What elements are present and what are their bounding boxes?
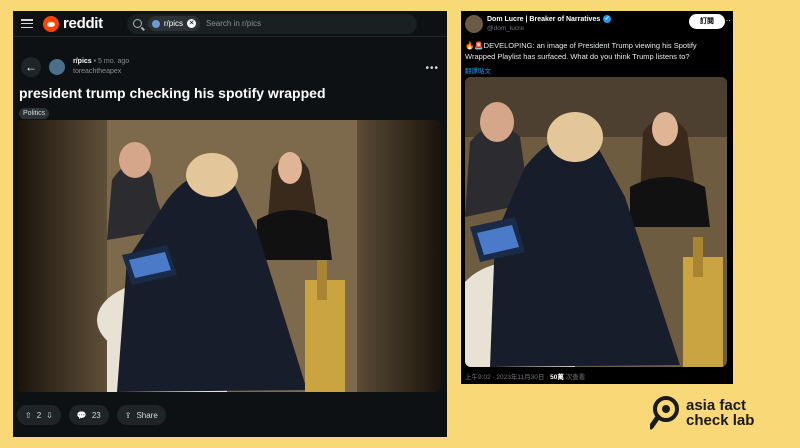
- more-options-icon[interactable]: •••: [425, 63, 439, 74]
- subreddit-name[interactable]: r/pics: [73, 58, 92, 65]
- share-button[interactable]: ⇪ Share: [116, 405, 166, 425]
- logo-line-1: asia fact: [686, 397, 747, 414]
- verified-badge-icon: ✓: [603, 15, 612, 23]
- post-meta: ← r/pics • 5 mo. ago toreachtheapex: [21, 57, 129, 77]
- tweet-screenshot: Dom Lucre | Breaker of Narratives ✓ @dom…: [461, 11, 733, 384]
- community-chip-label: r/pics: [163, 19, 183, 28]
- downvote-icon[interactable]: ⇩: [46, 411, 53, 420]
- search-icon: [132, 19, 142, 28]
- reddit-post-screenshot: reddit r/pics ✕ Search in r/pics ← r/pic…: [13, 11, 447, 437]
- tweet-timestamp[interactable]: 上午9:02 · 2023年11月30日 ·: [465, 374, 550, 381]
- avatar[interactable]: [465, 15, 483, 33]
- post-age: • 5 mo. ago: [93, 58, 130, 65]
- reddit-logo-icon[interactable]: [43, 15, 59, 32]
- subreddit-avatar[interactable]: [49, 59, 65, 75]
- tweet-text: 🔥🚨DEVELOPING: an image of President Trum…: [465, 41, 697, 61]
- search-input[interactable]: Search in r/pics: [206, 19, 261, 28]
- magnifier-logo-icon: [650, 396, 679, 430]
- asia-fact-check-lab-logo: asia fact check lab: [650, 396, 754, 430]
- views-label: 次查看: [563, 374, 586, 381]
- post-photo[interactable]: [17, 120, 441, 392]
- vote-control: ⇧ 2 ⇩: [17, 405, 61, 425]
- view-count: 50萬: [550, 374, 564, 381]
- upvote-icon[interactable]: ⇧: [25, 411, 32, 420]
- tweet-footer: 上午9:02 · 2023年11月30日 · 50萬 次查看: [465, 371, 585, 381]
- follow-button[interactable]: 訂閱: [689, 14, 725, 29]
- reddit-header: reddit r/pics ✕ Search in r/pics: [13, 11, 447, 37]
- photo-illustration: [17, 120, 441, 392]
- close-icon[interactable]: ✕: [187, 19, 196, 28]
- back-arrow-icon[interactable]: ←: [21, 57, 41, 77]
- post-title[interactable]: president trump checking his spotify wra…: [19, 85, 326, 101]
- hamburger-menu-icon[interactable]: [21, 19, 33, 28]
- more-options-icon[interactable]: ⋯: [723, 16, 731, 25]
- comments-button[interactable]: 💬 23: [68, 405, 109, 425]
- tweet-photo[interactable]: [465, 77, 727, 367]
- logo-line-2: check lab: [686, 412, 755, 429]
- comment-count: 23: [91, 410, 101, 420]
- community-avatar: [151, 19, 160, 28]
- translate-link[interactable]: 翻譯貼文: [465, 65, 491, 75]
- share-icon: ⇪: [124, 410, 132, 420]
- post-flair[interactable]: Politics: [19, 108, 50, 119]
- display-name[interactable]: Dom Lucre | Breaker of Narratives: [487, 16, 600, 23]
- vote-count: 2: [36, 410, 42, 420]
- share-label: Share: [136, 410, 158, 420]
- reddit-wordmark[interactable]: reddit: [63, 15, 103, 32]
- photo-illustration: [465, 77, 727, 367]
- post-actions: ⇧ 2 ⇩ 💬 23 ⇪ Share: [17, 405, 166, 425]
- community-chip[interactable]: r/pics ✕: [147, 16, 200, 31]
- post-author[interactable]: toreachtheapex: [73, 67, 129, 77]
- search-bar[interactable]: r/pics ✕ Search in r/pics: [126, 13, 417, 34]
- user-handle[interactable]: @dom_lucre: [487, 25, 524, 32]
- comment-icon: 💬: [76, 410, 87, 420]
